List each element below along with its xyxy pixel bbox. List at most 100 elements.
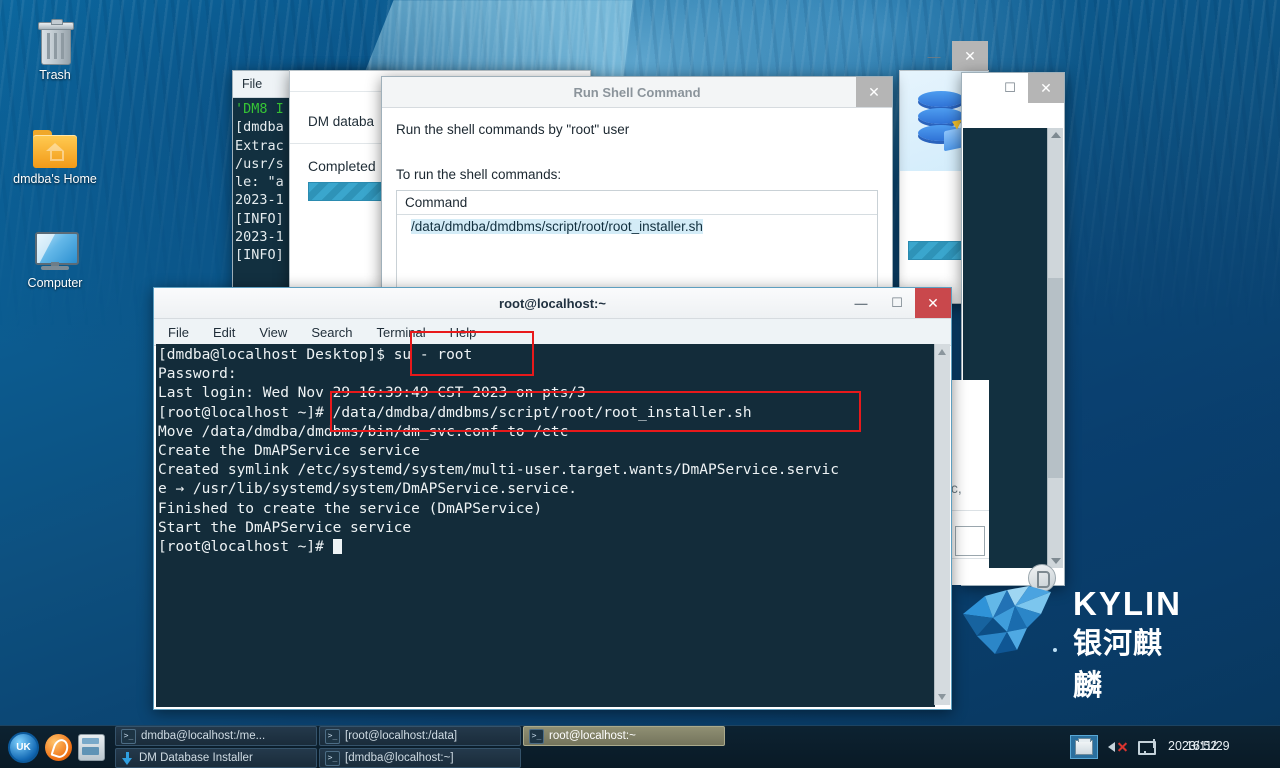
main-terminal-scrollbar[interactable] [934,344,950,705]
scroll-up-arrow-icon[interactable] [938,349,946,355]
bg-line-5: 2023-1 [235,192,284,208]
command-table-row[interactable]: /data/dmdba/dmdbms/script/root/root_inst… [397,215,877,238]
close-icon[interactable]: ✕ [856,77,892,107]
menu-file[interactable]: File [242,77,262,91]
term-line-3: [root@localhost ~]# /data/dmdba/dmdbms/s… [158,405,752,421]
menu-file[interactable]: File [168,325,189,340]
kylin-logo-en: KYLIN [1073,585,1182,623]
menu-help[interactable]: Help [450,325,477,340]
task-label: root@localhost:~ [549,730,636,742]
taskbar-column-3: >_ root@localhost:~ [523,726,725,768]
menu-search[interactable]: Search [311,325,352,340]
kylin-horse-logo-icon [955,584,1065,658]
dialog-intro-text: Run the shell commands by "root" user [396,122,878,137]
task-button-root-home[interactable]: >_ root@localhost:~ [523,726,725,746]
desktop-icon-trash[interactable]: Trash [0,16,110,83]
taskbar-tray: 2023/11/29 16:52 [1070,735,1280,759]
doc-checkbox[interactable] [955,526,985,556]
command-value: /data/dmdba/dmdbms/script/root/root_inst… [411,219,703,234]
start-menu-label: UK [16,742,30,753]
minimize-button[interactable]: — [843,288,879,318]
term-line-9: Start the DmAPService service [158,520,411,536]
workspace-switcher-icon[interactable] [1070,735,1098,759]
document-panel: for Doc, [948,380,989,585]
terminal-icon: >_ [529,729,544,744]
task-button-root-data[interactable]: >_ [root@localhost:/data] [319,726,521,746]
desktop-icon-label: dmdba's Home [0,172,110,187]
bg-line-7: 2023-1 [235,229,284,245]
network-icon[interactable] [1138,738,1158,756]
term-line-2: Last login: Wed Nov 29 16:39:49 CST 2023… [158,385,586,401]
scroll-down-arrow-icon[interactable] [938,694,946,700]
scrollbar-thumb[interactable] [1048,278,1063,478]
bg-line-3: /usr/s [235,156,284,172]
kylin-branding: KYLIN 银河麒麟 [955,582,1185,662]
main-terminal-titlebar: root@localhost:~ — ☐ ✕ [154,288,951,319]
computer-icon [0,224,110,272]
terminal-icon: >_ [325,751,340,766]
main-terminal-menubar[interactable]: File Edit View Search Terminal Help [154,319,951,346]
menu-edit[interactable]: Edit [213,325,235,340]
main-terminal-window[interactable]: root@localhost:~ — ☐ ✕ File Edit View Se… [153,287,952,710]
term-line-6: Created symlink /etc/systemd/system/mult… [158,462,839,478]
task-label: DM Database Installer [139,752,253,764]
task-button-dmdba-home[interactable]: >_ [dmdba@localhost:~] [319,748,521,768]
maximize-button[interactable]: ☐ [992,73,1028,103]
term-line-5: Create the DmAPService service [158,443,420,459]
terminal-icon: >_ [121,729,136,744]
term-line-10: [root@localhost ~]# [158,539,333,555]
taskbar-column-2: >_ [root@localhost:/data] >_ [dmdba@loca… [319,726,521,768]
kylin-start-menu-icon[interactable]: UK [8,732,39,763]
desktop-icon-label: Trash [0,68,110,83]
term-line-0: [dmdba@localhost Desktop]$ su - root [158,347,472,363]
dialog-subtitle-text: To run the shell commands: [396,167,878,182]
task-button-dmdba-media[interactable]: >_ dmdba@localhost:/me... [115,726,317,746]
dialog-window-controls[interactable]: ✕ [856,77,892,107]
command-table-header: Command [397,191,877,215]
bg-line-1: [dmdba [235,119,284,135]
trash-icon [0,16,110,64]
bg-line-6: [INFO] [235,211,284,227]
close-button[interactable]: ✕ [1028,73,1064,103]
scroll-down-arrow-icon[interactable] [1051,558,1061,564]
bg-line-4: le: "a [235,174,284,190]
scroll-up-arrow-icon[interactable] [1051,132,1061,138]
right-terminal-scrollbar[interactable] [1047,128,1063,568]
term-line-8: Finished to create the service (DmAPServ… [158,501,542,517]
folder-home-icon [0,120,110,168]
window-title: root@localhost:~ [499,296,606,311]
menu-terminal[interactable]: Terminal [377,325,426,340]
download-icon [121,752,134,765]
run-shell-command-dialog[interactable]: Run Shell Command ✕ Run the shell comman… [381,76,893,290]
close-button[interactable]: ✕ [915,288,951,318]
taskbar-column-1: >_ dmdba@localhost:/me... DM Database In… [115,726,317,768]
taskbar-task-list: >_ dmdba@localhost:/me... DM Database In… [115,726,725,768]
menu-view[interactable]: View [259,325,287,340]
bg-line-8: [INFO] [235,247,284,263]
firefox-icon[interactable] [45,734,72,761]
command-table: Command /data/dmdba/dmdbms/script/root/r… [396,190,878,299]
main-terminal-output[interactable]: [dmdba@localhost Desktop]$ su - root Pas… [156,344,935,707]
terminal-icon: >_ [325,729,340,744]
minimize-button[interactable]: — [916,41,952,71]
close-button[interactable]: ✕ [952,41,988,71]
dm-installer2-window-controls[interactable]: — ✕ [916,41,988,71]
kylin-logo-cn: 银河麒麟 [1073,620,1185,704]
bg-line-2: Extrac [235,138,284,154]
desktop-icon-computer[interactable]: Computer [0,224,110,291]
taskbar: UK >_ dmdba@localhost:/me... DM Database… [0,725,1280,768]
term-line-7: e → /usr/lib/systemd/system/DmAPService.… [158,481,577,497]
volume-muted-icon[interactable] [1108,738,1128,756]
term-line-1: Password: [158,366,237,382]
bg-line-0: 'DM8 I [235,101,284,117]
maximize-button[interactable]: ☐ [879,288,915,318]
main-terminal-window-controls[interactable]: — ☐ ✕ [843,288,951,318]
file-manager-icon[interactable] [78,734,105,761]
task-button-dm-installer[interactable]: DM Database Installer [115,748,317,768]
right-terminal-window-controls[interactable]: ☐ ✕ [992,73,1064,103]
taskbar-clock[interactable]: 2023/11/29 16:52 [1168,737,1272,757]
terminal-cursor [333,539,342,554]
desktop-icon-home[interactable]: dmdba's Home [0,120,110,187]
task-label: [root@localhost:/data] [345,730,457,742]
task-label: dmdba@localhost:/me... [141,730,265,742]
